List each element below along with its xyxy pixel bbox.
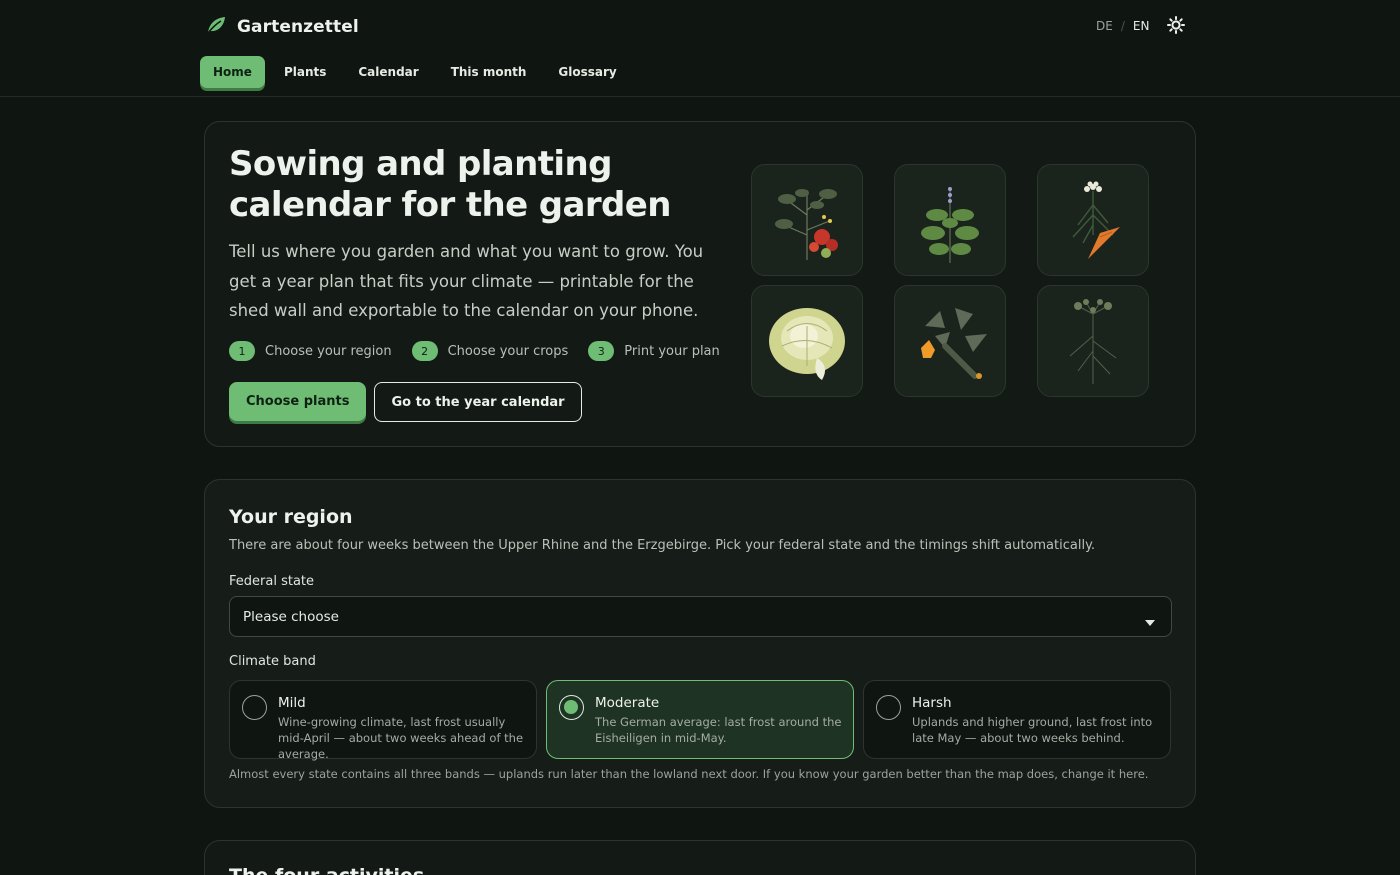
climate-band-options: Mild Wine-growing climate, last frost us… (229, 680, 1171, 761)
band-title: Mild (278, 695, 306, 711)
lang-en[interactable]: EN (1133, 19, 1150, 33)
step-item: 1 Choose your region (229, 341, 392, 361)
page-title: Sowing and planting calendar for the gar… (229, 144, 671, 225)
hero-card: Sowing and planting calendar for the gar… (204, 121, 1196, 447)
basil-illustration (894, 164, 1006, 276)
choose-plants-button[interactable]: Choose plants (229, 382, 367, 421)
chevron-down-icon (1145, 614, 1155, 630)
band-description: The German average: last frost around th… (595, 715, 842, 745)
zucchini-illustration (894, 285, 1006, 397)
region-title: Your region (229, 506, 353, 528)
carrot-illustration (1037, 164, 1149, 276)
main-nav: Home Plants Calendar This month Glossary (200, 56, 630, 88)
federal-state-select[interactable]: Please choose (229, 596, 1172, 637)
nav-plants[interactable]: Plants (271, 56, 339, 88)
nav-glossary[interactable]: Glossary (545, 56, 629, 88)
band-moderate[interactable]: Moderate The German average: last frost … (546, 680, 854, 759)
steps-list: 1 Choose your region 2 Choose your crops… (229, 341, 720, 361)
nav-this-month[interactable]: This month (438, 56, 540, 88)
lang-de[interactable]: DE (1096, 19, 1113, 33)
leaf-logo-icon (205, 14, 227, 40)
brand[interactable]: Gartenzettel (205, 14, 359, 40)
step-label: Print your plan (624, 343, 720, 359)
band-mild[interactable]: Mild Wine-growing climate, last frost us… (229, 680, 537, 761)
brand-name: Gartenzettel (237, 17, 359, 37)
step-label: Choose your region (265, 343, 392, 359)
band-title: Harsh (912, 695, 952, 711)
band-harsh[interactable]: Harsh Uplands and higher ground, last fr… (863, 680, 1171, 759)
step-label: Choose your crops (447, 343, 569, 359)
step-item: 3 Print your plan (588, 341, 720, 361)
step-number: 1 (229, 341, 255, 361)
radio-button[interactable] (242, 695, 267, 720)
hero-lead: Tell us where you garden and what you wa… (229, 242, 704, 320)
federal-state-value: Please choose (243, 608, 339, 625)
step-number: 2 (411, 341, 438, 361)
nav-calendar[interactable]: Calendar (345, 56, 431, 88)
theme-toggle-button[interactable] (1165, 16, 1187, 38)
radio-button[interactable] (876, 695, 901, 720)
band-description: Uplands and higher ground, last frost in… (912, 715, 1153, 745)
dill-illustration (1037, 285, 1149, 397)
language-switcher: DE / EN (1096, 19, 1149, 33)
year-calendar-button[interactable]: Go to the year calendar (374, 382, 582, 422)
step-item: 2 Choose your crops (411, 341, 569, 361)
sun-icon (1167, 16, 1185, 38)
climate-band-label: Climate band (229, 654, 316, 669)
lang-separator: / (1120, 19, 1125, 33)
top-bar: Gartenzettel DE / EN Home Plants Calenda… (0, 0, 1400, 97)
region-description: There are about four weeks between the U… (229, 538, 1096, 553)
region-card: Your region There are about four weeks b… (204, 479, 1196, 808)
activities-title: The four activities (229, 865, 424, 875)
radio-button[interactable] (559, 695, 584, 720)
climate-band-note: Almost every state contains all three ba… (229, 767, 1149, 781)
hero-actions: Choose plants Go to the year calendar (229, 382, 582, 422)
step-number: 3 (588, 341, 615, 361)
tomato-illustration (751, 164, 863, 276)
nav-home[interactable]: Home (200, 56, 265, 88)
activities-card: The four activities (204, 840, 1196, 875)
lettuce-illustration (751, 285, 863, 397)
federal-state-label: Federal state (229, 574, 315, 589)
band-description: Wine-growing climate, last frost usually… (278, 715, 524, 761)
band-title: Moderate (595, 695, 660, 711)
